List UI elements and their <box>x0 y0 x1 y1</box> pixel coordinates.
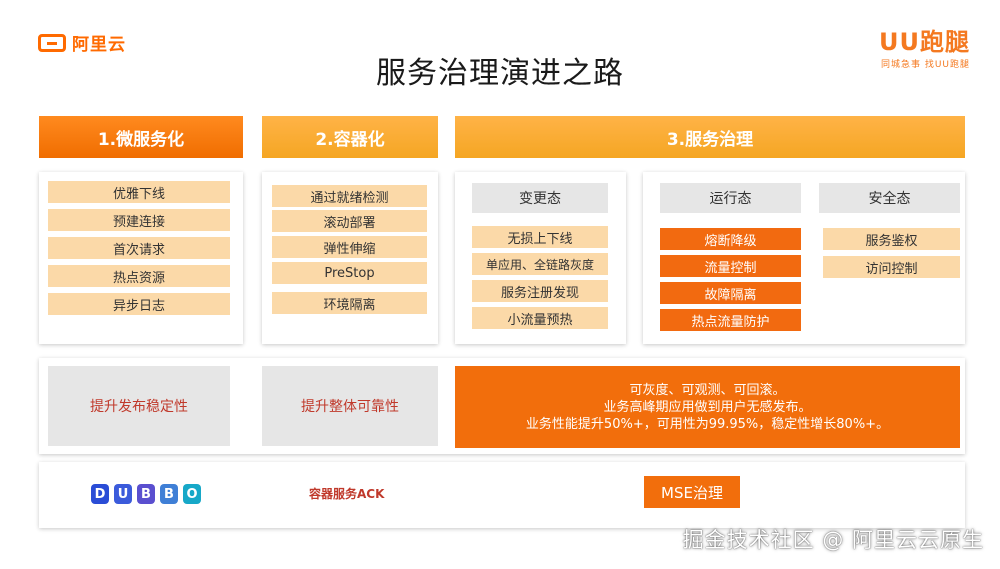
security-state-item: 访问控制 <box>823 256 960 278</box>
runtime-state-item: 流量控制 <box>660 255 801 277</box>
col1-panel: 优雅下线 预建连接 首次请求 热点资源 异步日志 <box>39 172 243 344</box>
slide: 阿里云 UU跑腿 同城急事 找UU跑腿 服务治理演进之路 1.微服务化 2.容器… <box>0 0 1000 569</box>
col2-header: 2.容器化 <box>262 116 438 158</box>
col2-panel: 通过就绪检测 滚动部署 弹性伸缩 PreStop 环境隔离 <box>262 172 438 344</box>
col3-summary-line: 可灰度、可观测、可回滚。 <box>629 382 786 398</box>
runtime-security-panel: 运行态 熔断降级 流量控制 故障隔离 热点流量防护 安全态 服务鉴权 访问控制 <box>643 172 965 344</box>
slide-title: 服务治理演进之路 <box>376 56 624 91</box>
col3-summary: 可灰度、可观测、可回滚。 业务高峰期应用做到用户无感发布。 业务性能提升50%+… <box>455 366 960 448</box>
mse-label: MSE治理 <box>644 476 740 508</box>
col2-summary: 提升整体可靠性 <box>262 366 438 446</box>
col3-summary-line: 业务性能提升50%+，可用性为99.95%，稳定性增长80%+。 <box>525 416 890 432</box>
security-state-title: 安全态 <box>819 183 960 213</box>
col2-item: 滚动部署 <box>272 210 427 232</box>
ack-label: 容器服务ACK <box>309 487 385 501</box>
dubbo-logo-letter: B <box>137 484 155 504</box>
col1-item: 异步日志 <box>48 293 230 315</box>
dubbo-logo: D U B B O <box>91 484 201 504</box>
dubbo-logo-letter: O <box>183 484 201 504</box>
change-state-item: 服务注册发现 <box>472 280 608 302</box>
runtime-state-item: 故障隔离 <box>660 282 801 304</box>
col2-item: PreStop <box>272 262 427 284</box>
security-state-item: 服务鉴权 <box>823 228 960 250</box>
tech-row-panel: D U B B O 容器服务ACK MSE治理 <box>39 462 965 528</box>
col1-item: 预建连接 <box>48 209 230 231</box>
change-state-item: 单应用、全链路灰度 <box>472 253 608 275</box>
watermark: 掘金技术社区 @ 阿里云云原生 <box>682 528 984 552</box>
col1-header: 1.微服务化 <box>39 116 243 158</box>
col1-item: 优雅下线 <box>48 181 230 203</box>
col2-item: 弹性伸缩 <box>272 236 427 258</box>
col3-summary-line: 业务高峰期应用做到用户无感发布。 <box>603 399 812 415</box>
dubbo-logo-letter: D <box>91 484 109 504</box>
col3-header: 3.服务治理 <box>455 116 965 158</box>
dubbo-logo-letter: U <box>114 484 132 504</box>
col2-item: 环境隔离 <box>272 292 427 314</box>
change-state-item: 小流量预热 <box>472 307 608 329</box>
col1-summary: 提升发布稳定性 <box>48 366 230 446</box>
dubbo-logo-letter: B <box>160 484 178 504</box>
change-state-panel: 变更态 无损上下线 单应用、全链路灰度 服务注册发现 小流量预热 <box>455 172 626 344</box>
runtime-state-item: 熔断降级 <box>660 228 801 250</box>
runtime-state-item: 热点流量防护 <box>660 309 801 331</box>
runtime-state-title: 运行态 <box>660 183 801 213</box>
change-state-title: 变更态 <box>472 183 608 213</box>
col2-item: 通过就绪检测 <box>272 185 427 207</box>
col1-item: 首次请求 <box>48 237 230 259</box>
summary-row-panel: 提升发布稳定性 提升整体可靠性 可灰度、可观测、可回滚。 业务高峰期应用做到用户… <box>39 358 965 454</box>
change-state-item: 无损上下线 <box>472 226 608 248</box>
col1-item: 热点资源 <box>48 265 230 287</box>
